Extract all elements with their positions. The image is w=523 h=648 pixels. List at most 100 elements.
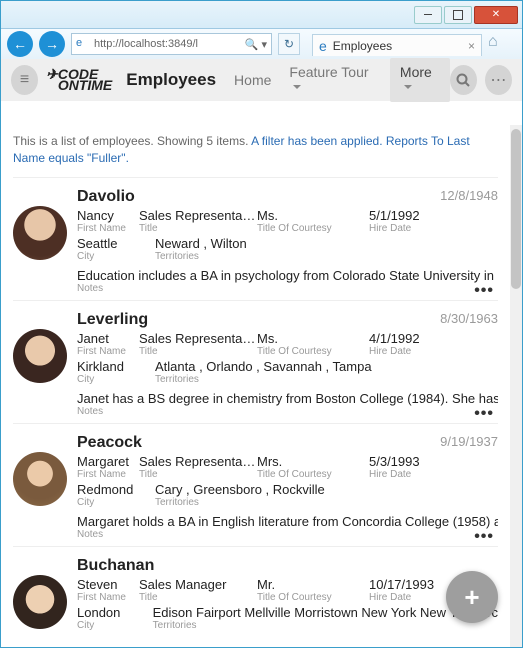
first-name-label: First Name <box>77 223 139 234</box>
city-label: City <box>77 374 155 385</box>
ie-icon: e <box>319 38 327 54</box>
territories-label: Territories <box>153 620 498 631</box>
job-title: Sales Manager <box>139 577 257 592</box>
nav-home[interactable]: Home <box>234 72 271 88</box>
notes: Janet has a BS degree in chemistry from … <box>77 391 498 406</box>
first-name-label: First Name <box>77 592 139 603</box>
employee-card[interactable]: Leverling8/30/1963 JanetFirst NameSales R… <box>13 300 498 423</box>
window-minimize-button[interactable] <box>414 6 442 24</box>
app-logo: ✈CODE ONTIME <box>46 69 112 91</box>
courtesy-label: Title Of Courtesy <box>257 592 369 603</box>
employee-card[interactable]: Buchanan StevenFirst NameSales ManagerTit… <box>13 546 498 637</box>
territories-label: Territories <box>155 497 498 508</box>
avatar <box>13 329 67 383</box>
scrollbar-track[interactable] <box>510 125 522 647</box>
ie-icon: e <box>76 37 90 51</box>
first-name-label: First Name <box>77 469 139 480</box>
more-actions-button[interactable]: ⋯ <box>485 65 512 95</box>
territories: Edison Fairport Mellville Morristown New… <box>153 605 498 620</box>
tab-title: Employees <box>333 39 392 53</box>
browser-toolbar: ← → e http://localhost:3849/l 🔍 ▾ ↻ e Em… <box>1 29 522 59</box>
tab-bar: e Employees × <box>306 32 482 56</box>
birth-date: 9/19/1937 <box>440 434 498 449</box>
city-label: City <box>77 251 155 262</box>
item-more-icon[interactable]: ••• <box>474 282 494 300</box>
item-more-icon[interactable]: ••• <box>474 405 494 423</box>
city-label: City <box>77 497 155 508</box>
add-button[interactable]: + <box>446 571 498 623</box>
nav-feature-tour[interactable]: Feature Tour <box>289 64 372 96</box>
list-scroll: This is a list of employees. Showing 5 i… <box>1 125 510 647</box>
last-name: Leverling <box>77 311 498 329</box>
home-icon[interactable]: ⌂ <box>488 33 510 55</box>
notes-label: Notes <box>77 283 498 294</box>
avatar <box>13 206 67 260</box>
menu-button[interactable]: ≡ <box>11 65 38 95</box>
territories: Cary , Greensboro , Rockville <box>155 482 498 497</box>
last-name: Buchanan <box>77 557 498 575</box>
city: Kirkland <box>77 359 155 374</box>
title-label: Title <box>139 223 257 234</box>
hire-label: Hire Date <box>369 223 498 234</box>
hire-label: Hire Date <box>369 346 498 357</box>
scrollbar-thumb[interactable] <box>511 129 521 289</box>
notes: Education includes a BA in psychology fr… <box>77 268 498 283</box>
courtesy: Ms. <box>257 208 369 223</box>
city: Seattle <box>77 236 155 251</box>
courtesy-label: Title Of Courtesy <box>257 346 369 357</box>
title-label: Title <box>139 592 257 603</box>
territories-label: Territories <box>155 374 498 385</box>
address-bar[interactable]: e http://localhost:3849/l 🔍 ▾ <box>71 33 272 55</box>
search-button[interactable] <box>450 65 477 95</box>
courtesy: Mrs. <box>257 454 369 469</box>
nav-more[interactable]: More <box>390 58 450 102</box>
birth-date: 12/8/1948 <box>440 188 498 203</box>
close-tab-icon[interactable]: × <box>468 39 475 53</box>
employee-card[interactable]: Davolio12/8/1948 NancyFirst NameSales Rep… <box>13 177 498 300</box>
list-info-message: This is a list of employees. Showing 5 i… <box>13 133 498 167</box>
job-title: Sales Representative <box>139 454 257 469</box>
job-title: Sales Representative <box>139 331 257 346</box>
job-title: Sales Representative <box>139 208 257 223</box>
notes-label: Notes <box>77 406 498 417</box>
courtesy: Mr. <box>257 577 369 592</box>
window-close-button[interactable] <box>474 6 518 24</box>
item-more-icon[interactable]: ••• <box>474 528 494 546</box>
hire-label: Hire Date <box>369 469 498 480</box>
notes: Margaret holds a BA in English literatur… <box>77 514 498 529</box>
browser-tab[interactable]: e Employees × <box>312 34 482 56</box>
city-label: City <box>77 620 153 631</box>
first-name-label: First Name <box>77 346 139 357</box>
window-maximize-button[interactable] <box>444 6 472 24</box>
first-name: Steven <box>77 577 139 592</box>
city: London <box>77 605 153 620</box>
search-icon <box>455 72 471 88</box>
first-name: Janet <box>77 331 139 346</box>
territories: Neward , Wilton <box>155 236 498 251</box>
app-header: ≡ ✈CODE ONTIME Employees Home Feature To… <box>1 59 522 101</box>
territories-label: Territories <box>155 251 498 262</box>
window-titlebar <box>1 1 522 29</box>
first-name: Margaret <box>77 454 139 469</box>
hire-date: 4/1/1992 <box>369 331 498 346</box>
last-name: Davolio <box>77 188 498 206</box>
first-name: Nancy <box>77 208 139 223</box>
plus-icon: + <box>464 582 479 613</box>
birth-date: 8/30/1963 <box>440 311 498 326</box>
back-button[interactable]: ← <box>7 31 33 57</box>
title-label: Title <box>139 469 257 480</box>
hire-date: 5/1/1992 <box>369 208 498 223</box>
refresh-button[interactable]: ↻ <box>278 33 300 55</box>
hire-date: 5/3/1993 <box>369 454 498 469</box>
territories: Atlanta , Orlando , Savannah , Tampa <box>155 359 498 374</box>
forward-button[interactable]: → <box>39 31 65 57</box>
info-text: This is a list of employees. Showing 5 i… <box>13 134 251 148</box>
city: Redmond <box>77 482 155 497</box>
notes-label: Notes <box>77 529 498 540</box>
courtesy-label: Title Of Courtesy <box>257 469 369 480</box>
page-title: Employees <box>126 70 216 90</box>
employee-card[interactable]: Peacock9/19/1937 MargaretFirst NameSales … <box>13 423 498 546</box>
courtesy: Ms. <box>257 331 369 346</box>
last-name: Peacock <box>77 434 498 452</box>
avatar <box>13 575 67 629</box>
